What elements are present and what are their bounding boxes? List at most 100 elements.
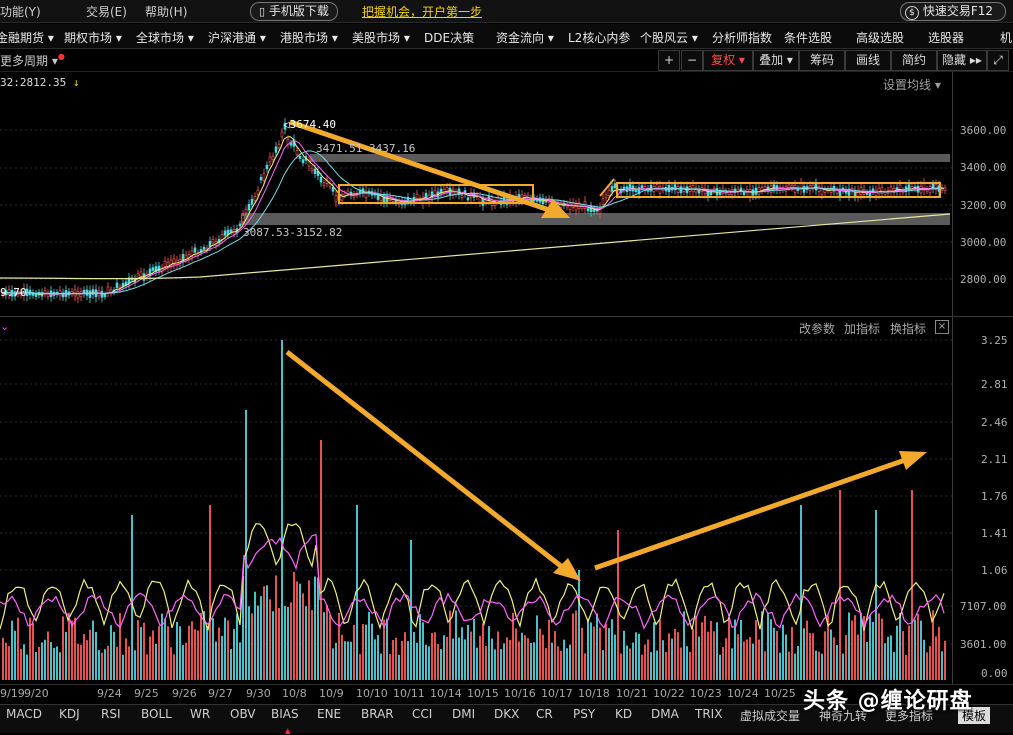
date-label: 9/24 <box>97 687 122 700</box>
volume-bar <box>290 602 292 680</box>
indicator-tab[interactable]: MACD <box>6 707 42 721</box>
volume-bar <box>95 631 97 680</box>
volume-bar <box>212 618 214 680</box>
promo-link[interactable]: 把握机会，开户第一步 <box>362 3 482 20</box>
menu-trade[interactable]: 交易(E) <box>86 3 127 20</box>
volume-bar <box>938 626 940 680</box>
nav-money-flow[interactable]: 资金流向 ▾ <box>496 29 554 46</box>
candle-body <box>640 185 644 189</box>
volume-bar <box>743 641 745 680</box>
price-tick: 3600.00 <box>960 124 1007 137</box>
nav-hk-market[interactable]: 港股市场 ▾ <box>280 29 338 46</box>
zoom-out-button[interactable]: − <box>681 50 703 71</box>
indicator-tab[interactable]: KD <box>615 707 632 721</box>
nav-condition-select[interactable]: 条件选股 <box>784 29 832 46</box>
volume-bar <box>533 642 535 680</box>
price-chart[interactable] <box>0 72 952 316</box>
candle-body <box>313 168 317 174</box>
volume-chart[interactable] <box>0 318 952 684</box>
volume-bar <box>527 638 529 680</box>
indicator-tab[interactable]: ENE <box>317 707 341 721</box>
indicator-tab[interactable]: BIAS <box>271 707 299 721</box>
quick-trade-button[interactable]: $ 快速交易F12 <box>900 2 1006 21</box>
candle-body <box>256 189 260 195</box>
date-label: 10/9 <box>319 687 344 700</box>
volume-bar <box>455 610 457 680</box>
nav-hk-connect[interactable]: 沪深港通 ▾ <box>208 29 266 46</box>
period-selector[interactable]: 更多周期 ▾● <box>0 52 65 69</box>
hide-button[interactable]: 隐藏 ▸▸ <box>937 50 987 71</box>
menu-function[interactable]: 功能(Y) <box>0 3 41 20</box>
candle-body <box>115 282 119 288</box>
indicator-tab[interactable]: KDJ <box>59 707 80 721</box>
fullscreen-icon[interactable]: ⤢ <box>987 50 1009 71</box>
volume-bar <box>731 648 733 680</box>
volume-bar <box>218 627 220 680</box>
volume-bar <box>158 626 160 680</box>
volume-bar <box>740 620 742 680</box>
zoom-in-button[interactable]: + <box>658 50 680 71</box>
indicator-tab[interactable]: 虚拟成交量 <box>740 707 800 724</box>
candle-body <box>253 196 257 201</box>
menu-help[interactable]: 帮助(H) <box>145 3 187 20</box>
indicator-tab[interactable]: PSY <box>573 707 595 721</box>
volume-bar <box>56 646 58 680</box>
indicator-tab[interactable]: CR <box>536 707 553 721</box>
nav-dde[interactable]: DDE决策 <box>424 29 474 46</box>
volume-bar <box>941 651 943 680</box>
volume-bar <box>230 648 232 680</box>
nav-global[interactable]: 全球市场 ▾ <box>136 29 194 46</box>
volume-bar <box>314 576 316 680</box>
volume-bar <box>137 620 139 680</box>
volume-bar <box>611 619 613 680</box>
indicator-tab[interactable]: OBV <box>230 707 256 721</box>
volume-bar <box>347 641 349 680</box>
simple-mode-button[interactable]: 简约 <box>891 50 937 71</box>
volume-bar <box>746 639 748 680</box>
volume-bar <box>869 615 871 680</box>
volume-bar <box>608 628 610 680</box>
indicator-tab[interactable]: WR <box>190 707 210 721</box>
nav-more[interactable]: 机 <box>1000 29 1012 46</box>
indicator-tab[interactable]: DMA <box>651 707 679 721</box>
nav-advanced-select[interactable]: 高级选股 <box>856 29 904 46</box>
volume-bar <box>620 653 622 680</box>
candle-body <box>136 273 140 279</box>
candle-body <box>151 267 155 271</box>
nav-financial-futures[interactable]: 金融期货 ▾ <box>0 29 54 46</box>
candle-body <box>277 143 281 149</box>
nav-selector[interactable]: 选股器 <box>928 29 964 46</box>
nav-options[interactable]: 期权市场 ▾ <box>64 29 122 46</box>
indicator-tab[interactable]: DMI <box>452 707 475 721</box>
candle-body <box>229 229 233 233</box>
indicator-tab[interactable]: BRAR <box>361 707 394 721</box>
indicator-tab[interactable]: TRIX <box>695 707 722 721</box>
indicator-tab[interactable]: DKX <box>494 707 519 721</box>
volume-bar <box>458 637 460 680</box>
candlesticks <box>1 118 947 304</box>
mobile-download-button[interactable]: ▯ 手机版下载 <box>250 2 338 21</box>
indicator-tab[interactable]: BOLL <box>141 707 172 721</box>
volume-tick: 2.81 <box>981 378 1008 391</box>
indicator-tab[interactable]: CCI <box>412 707 432 721</box>
date-label: 10/14 <box>430 687 462 700</box>
nav-us-market[interactable]: 美股市场 ▾ <box>352 29 410 46</box>
nav-analyst-index[interactable]: 分析师指数 <box>712 29 772 46</box>
indicator-tab[interactable]: RSI <box>101 707 121 721</box>
volume-bar <box>809 633 811 680</box>
candle-body <box>208 240 212 247</box>
volume-bar <box>896 625 898 680</box>
volume-bar <box>830 629 832 680</box>
draw-line-button[interactable]: 画线 <box>845 50 891 71</box>
overlay-button[interactable]: 叠加 ▾ <box>753 50 799 71</box>
volume-bar <box>917 613 919 680</box>
nav-l2[interactable]: L2核心内参 <box>568 29 630 46</box>
volume-bar <box>728 619 730 680</box>
candle-body <box>943 187 947 191</box>
chips-button[interactable]: 筹码 <box>799 50 845 71</box>
candle-body <box>85 289 89 296</box>
nav-stock-news[interactable]: 个股风云 ▾ <box>640 29 698 46</box>
volume-bar <box>26 654 28 680</box>
volume-bar <box>188 625 190 680</box>
fuquan-button[interactable]: 复权 ▾ <box>703 50 753 71</box>
